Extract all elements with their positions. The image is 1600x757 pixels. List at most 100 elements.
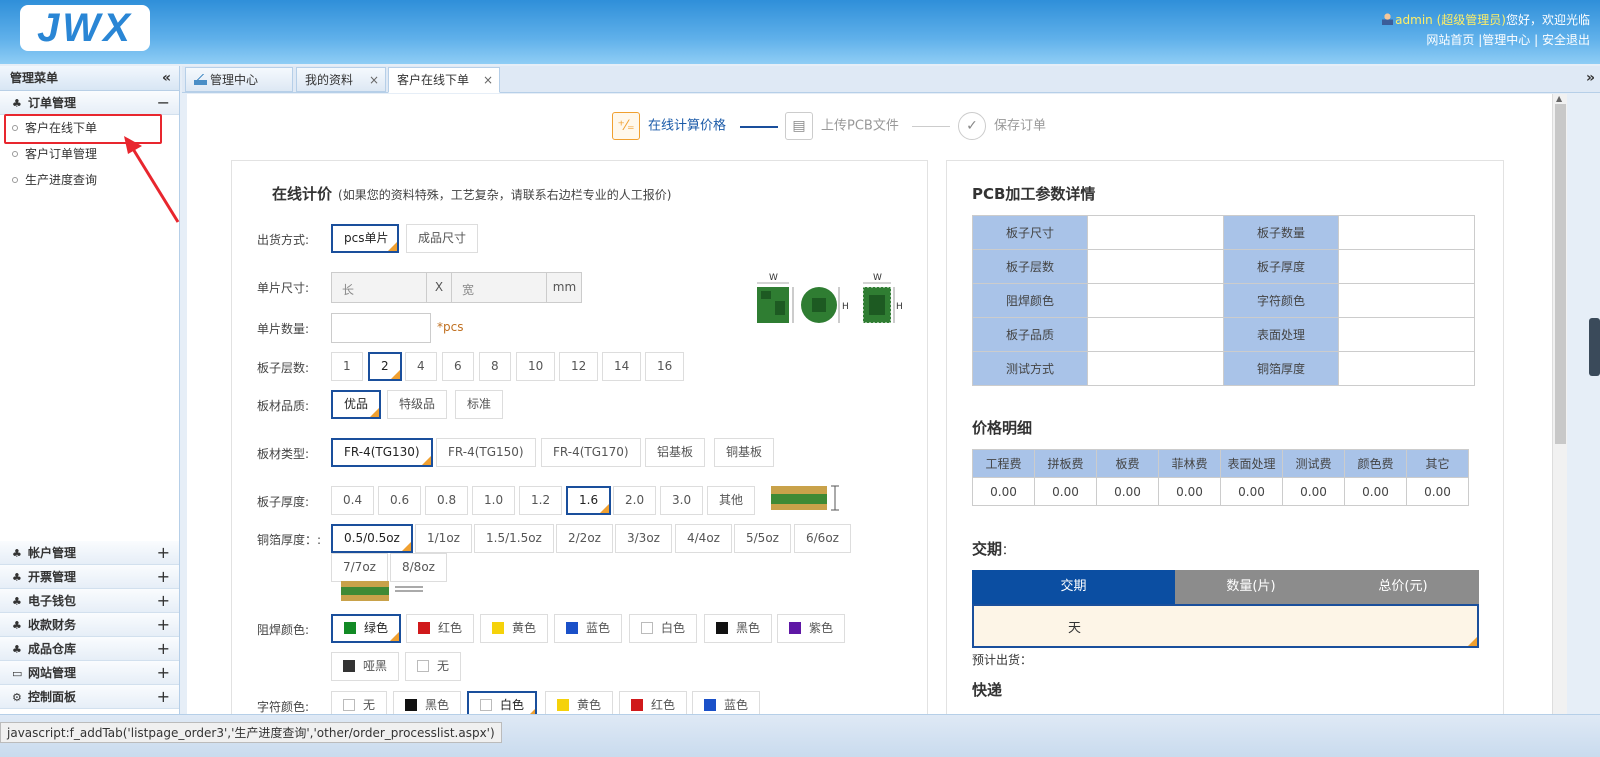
option-thickness-1-0[interactable]: 1.0 — [472, 486, 516, 515]
option-layer-4[interactable]: 4 — [405, 352, 437, 381]
option-thickness-0-4[interactable]: 0.4 — [331, 486, 375, 515]
option-copper-2[interactable]: 2/2oz — [556, 524, 613, 553]
matte-black-swatch — [343, 660, 355, 672]
dim-w-label: W — [769, 273, 778, 283]
section-warehouse[interactable]: ♣ 成品仓库 + — [0, 637, 179, 661]
option-fr4-tg170[interactable]: FR-4(TG170) — [541, 438, 641, 467]
quantity-input[interactable] — [331, 313, 431, 343]
close-icon[interactable]: × — [483, 68, 493, 93]
option-thickness-other[interactable]: 其他 — [707, 486, 756, 515]
price-head: 测试费 — [1282, 449, 1345, 478]
link-site-home[interactable]: 网站首页 — [1426, 33, 1474, 47]
scroll-thumb[interactable] — [1555, 104, 1566, 444]
option-copper-1-5[interactable]: 1.5/1.5oz — [474, 524, 554, 553]
top-links: 网站首页 |管理中心 | 安全退出 — [1426, 31, 1590, 48]
param-label: 板子品质 — [972, 317, 1088, 352]
option-mask-purple[interactable]: 紫色 — [777, 614, 846, 643]
leaf-icon: ♣ — [12, 547, 22, 560]
option-copper-6[interactable]: 6/6oz — [794, 524, 851, 553]
section-wallet[interactable]: ♣ 电子钱包 + — [0, 589, 179, 613]
option-silk-blue[interactable]: 蓝色 — [692, 691, 761, 714]
section-account[interactable]: ♣ 帐户管理 + — [0, 541, 179, 565]
delivery-option-selected[interactable]: 天 — [972, 604, 1479, 648]
option-thickness-3-0[interactable]: 3.0 — [660, 486, 704, 515]
expand-icon[interactable]: + — [157, 541, 170, 565]
option-layer-8[interactable]: 8 — [479, 352, 511, 381]
option-thickness-2-0[interactable]: 2.0 — [613, 486, 657, 515]
option-quality-premium[interactable]: 特级品 — [387, 390, 448, 419]
qty-unit: *pcs — [437, 320, 464, 334]
option-layer-12[interactable]: 12 — [559, 352, 599, 381]
jwx-logo[interactable]: JWX — [20, 5, 150, 51]
tab-bar: 管理中心 我的资料 × 客户在线下单 × » — [182, 66, 1600, 93]
collapse-section-icon[interactable]: − — [157, 91, 170, 115]
price-value: 0.00 — [1158, 477, 1221, 506]
collapse-sidebar-icon[interactable]: « — [162, 66, 171, 91]
option-silk-white[interactable]: 白色 — [467, 691, 538, 714]
option-mask-yellow[interactable]: 黄色 — [480, 614, 549, 643]
expand-icon[interactable]: + — [157, 565, 170, 589]
option-fr4-tg150[interactable]: FR-4(TG150) — [436, 438, 536, 467]
option-thickness-0-8[interactable]: 0.8 — [425, 486, 469, 515]
side-handle[interactable] — [1589, 318, 1600, 376]
tab-dropdown-icon[interactable]: » — [1586, 70, 1595, 86]
option-copper-0-5[interactable]: 0.5/0.5oz — [331, 524, 413, 553]
section-control-panel[interactable]: ⚙ 控制面板 + — [0, 685, 179, 709]
option-copper-base[interactable]: 铜基板 — [714, 438, 775, 467]
tab-my-profile[interactable]: 我的资料 × — [296, 67, 386, 92]
option-copper-8[interactable]: 8/8oz — [390, 553, 447, 582]
option-layer-6[interactable]: 6 — [442, 352, 474, 381]
option-quality-best[interactable]: 优品 — [331, 390, 382, 419]
option-silk-yellow[interactable]: 黄色 — [545, 691, 614, 714]
expand-icon[interactable]: + — [157, 661, 170, 685]
option-mask-white[interactable]: 白色 — [629, 614, 698, 643]
link-logout[interactable]: 安全退出 — [1542, 33, 1590, 47]
option-thickness-1-2[interactable]: 1.2 — [519, 486, 563, 515]
option-aluminum[interactable]: 铝基板 — [645, 438, 706, 467]
tab-online-order[interactable]: 客户在线下单 × — [388, 67, 500, 93]
tab-admin-center[interactable]: 管理中心 — [185, 67, 293, 92]
option-quality-standard[interactable]: 标准 — [455, 390, 504, 419]
option-copper-1[interactable]: 1/1oz — [415, 524, 472, 553]
option-label: 红色 — [438, 621, 463, 635]
option-mask-blue[interactable]: 蓝色 — [554, 614, 623, 643]
section-order-management[interactable]: ♣ 订单管理 − — [0, 91, 179, 115]
option-silk-red[interactable]: 红色 — [619, 691, 688, 714]
option-layer-10[interactable]: 10 — [516, 352, 556, 381]
section-invoice[interactable]: ♣ 开票管理 + — [0, 565, 179, 589]
link-admin-center[interactable]: |管理中心 — [1478, 33, 1530, 47]
width-placeholder[interactable]: 宽 — [462, 281, 474, 298]
section-finance[interactable]: ♣ 收款财务 + — [0, 613, 179, 637]
option-copper-3[interactable]: 3/3oz — [615, 524, 672, 553]
option-layer-14[interactable]: 14 — [602, 352, 642, 381]
option-fr4-tg130[interactable]: FR-4(TG130) — [331, 438, 433, 467]
section-site[interactable]: ▭ 网站管理 + — [0, 661, 179, 685]
option-silk-black[interactable]: 黑色 — [393, 691, 462, 714]
params-table: 板子尺寸 板子数量 板子层数 板子厚度 阻焊颜色 字符颜色 板子品质 表面处理 测试方式… — [972, 215, 1475, 386]
option-layer-1[interactable]: 1 — [331, 352, 363, 381]
option-mask-green[interactable]: 绿色 — [331, 614, 402, 643]
content-scrollbar[interactable]: ▲ — [1552, 94, 1567, 714]
option-mask-matte-black[interactable]: 哑黑 — [331, 652, 400, 681]
expand-icon[interactable]: + — [157, 637, 170, 661]
expand-icon[interactable]: + — [157, 685, 170, 709]
option-mask-red[interactable]: 红色 — [406, 614, 475, 643]
expand-icon[interactable]: + — [157, 613, 170, 637]
option-panel-size[interactable]: 成品尺寸 — [406, 224, 479, 253]
option-silk-none[interactable]: 无 — [331, 691, 388, 714]
option-pcs[interactable]: pcs单片 — [331, 224, 399, 253]
option-mask-black[interactable]: 黑色 — [704, 614, 773, 643]
option-layer-16[interactable]: 16 — [645, 352, 685, 381]
option-copper-5[interactable]: 5/5oz — [734, 524, 791, 553]
close-icon[interactable]: × — [369, 68, 379, 93]
option-copper-4[interactable]: 4/4oz — [675, 524, 732, 553]
option-layer-2[interactable]: 2 — [368, 352, 402, 381]
option-thickness-1-6[interactable]: 1.6 — [566, 486, 612, 515]
option-copper-7[interactable]: 7/7oz — [331, 553, 388, 582]
expand-icon[interactable]: + — [157, 589, 170, 613]
length-placeholder[interactable]: 长 — [342, 281, 354, 298]
option-mask-none[interactable]: 无 — [405, 652, 462, 681]
leaf-icon: ♣ — [12, 643, 22, 656]
option-thickness-0-6[interactable]: 0.6 — [378, 486, 422, 515]
scroll-up-icon[interactable]: ▲ — [1556, 94, 1562, 103]
